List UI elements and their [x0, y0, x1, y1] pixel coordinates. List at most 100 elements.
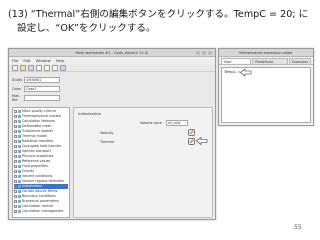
menu-file[interactable]: File [12, 57, 18, 64]
page-number: 55 [294, 224, 302, 231]
expand-toggle-icon[interactable] [14, 160, 17, 163]
expand-toggle-icon[interactable] [14, 190, 17, 193]
tab-user-expression[interactable]: User expression [221, 58, 252, 70]
expand-toggle-icon[interactable] [14, 125, 17, 128]
initialization-panel: Initialization Volume zone all_cells Vel… [73, 107, 213, 218]
mat-file-row: Mat. file [12, 93, 212, 102]
expression-editor[interactable]: TempC = 20; [221, 67, 311, 123]
expand-toggle-icon[interactable] [14, 110, 17, 113]
tree-node-icon [18, 130, 21, 133]
thermal-edit-button[interactable] [188, 138, 195, 145]
tree-node-icon [18, 165, 21, 168]
tab-predefined-symbols[interactable]: Predefined symbols [252, 58, 288, 70]
main-window: Main worksheet #1 - Code_Aster(v 12.3) F… [8, 48, 216, 220]
expand-toggle-icon[interactable] [14, 210, 17, 213]
study-field[interactable]: untitled1 [24, 76, 60, 83]
redo-icon[interactable] [52, 65, 58, 71]
tree-node-icon [18, 175, 21, 178]
tree-node-icon [18, 115, 21, 118]
expand-toggle-icon[interactable] [14, 205, 17, 208]
save-as-icon[interactable] [36, 65, 42, 71]
zone-select[interactable]: all_cells [166, 120, 188, 126]
pencil-icon [189, 139, 194, 144]
expand-toggle-icon[interactable] [14, 115, 17, 118]
tree-node-icon [18, 145, 21, 148]
expand-toggle-icon[interactable] [14, 185, 17, 188]
menu-edit[interactable]: Edit [23, 57, 30, 64]
thermal-label: Thermal [100, 140, 114, 144]
tree-node-icon [18, 205, 21, 208]
math-editor-tabs: User expression Predefined symbols Examp… [219, 57, 313, 70]
hand-pointer-icon [196, 136, 208, 146]
save-icon[interactable] [28, 65, 34, 71]
tree-node-icon [18, 190, 21, 193]
expand-toggle-icon[interactable] [14, 150, 17, 153]
run-icon[interactable] [60, 65, 66, 71]
velocity-label: Velocity [100, 131, 114, 135]
menu-help[interactable]: Help [56, 57, 65, 64]
tree-node-icon [18, 110, 21, 113]
math-editor-title: Mathematical expression editor [239, 51, 293, 55]
expand-toggle-icon[interactable] [14, 180, 17, 183]
zone-label: Volume zone [140, 121, 162, 125]
menu-window[interactable]: Window [36, 57, 51, 64]
expand-toggle-icon[interactable] [14, 135, 17, 138]
expand-toggle-icon[interactable] [14, 200, 17, 203]
expand-toggle-icon[interactable] [14, 195, 17, 198]
menu-bar: File Edit Window Help [9, 57, 215, 64]
tree-node-icon [18, 200, 21, 203]
case-row: Case Case1 [12, 84, 212, 93]
caption-line-2: 設定し、“OK”をクリックする。 [17, 23, 156, 34]
tab-examples[interactable]: Examples [288, 58, 311, 64]
open-folder-icon[interactable] [20, 65, 26, 71]
tree-node-icon [18, 125, 21, 128]
math-editor-titlebar: Mathematical expression editor [219, 49, 313, 57]
expand-toggle-icon[interactable] [14, 140, 17, 143]
expand-toggle-icon[interactable] [14, 175, 17, 178]
close-button[interactable] [208, 51, 212, 55]
toolbar [9, 64, 215, 72]
tree-node-icon [18, 160, 21, 163]
tree-node-icon [18, 150, 21, 153]
undo-icon[interactable] [44, 65, 50, 71]
velocity-edit-button[interactable] [188, 129, 195, 136]
tree-node-icon [18, 155, 21, 158]
expand-toggle-icon[interactable] [14, 170, 17, 173]
study-row: Study untitled1 [12, 75, 212, 84]
tree-node-icon [18, 210, 21, 213]
caption-line-1: (13) “Thermal”右側の編集ボタンをクリックする。TempC = 20… [8, 9, 309, 20]
expand-toggle-icon[interactable] [14, 145, 17, 148]
tree-node-icon [18, 180, 21, 183]
instruction-caption: (13) “Thermal”右側の編集ボタンをクリックする。TempC = 20… [8, 8, 314, 36]
new-file-icon[interactable] [12, 65, 18, 71]
tree-node-icon [18, 170, 21, 173]
study-label: Study [12, 77, 23, 82]
tree-node-icon [18, 185, 21, 188]
maximize-button[interactable] [202, 51, 206, 55]
tree-node-icon [18, 135, 21, 138]
navigation-tree: Mesh quality criteria Thermophysical mode… [12, 107, 70, 218]
minimize-button[interactable] [196, 51, 200, 55]
pencil-icon [189, 130, 194, 135]
expand-toggle-icon[interactable] [14, 120, 17, 123]
hand-pointer-icon [240, 68, 252, 77]
tree-item-label: Calculation management [22, 209, 64, 213]
case-field[interactable]: Case1 [24, 85, 60, 92]
case-label: Case [12, 86, 21, 91]
mat-file-label: Mat. file [12, 93, 20, 102]
zone-row: Volume zone all_cells [74, 120, 214, 128]
window-controls [196, 51, 212, 55]
expand-toggle-icon[interactable] [14, 130, 17, 133]
panel-title: Initialization [78, 111, 102, 116]
expand-toggle-icon[interactable] [14, 155, 17, 158]
tree-node-icon [18, 195, 21, 198]
tree-node-icon [18, 140, 21, 143]
tree-item[interactable]: Calculation management [14, 209, 68, 214]
math-editor-window: Mathematical expression editor User expr… [218, 48, 314, 126]
expand-toggle-icon[interactable] [14, 165, 17, 168]
main-window-title: Main worksheet #1 - Code_Aster(v 12.3) [75, 51, 149, 55]
mat-file-field[interactable] [24, 94, 60, 101]
tree-node-icon [18, 120, 21, 123]
main-window-titlebar: Main worksheet #1 - Code_Aster(v 12.3) [9, 49, 215, 57]
case-fields: Study untitled1 Case Case1 Mat. file [9, 72, 215, 102]
